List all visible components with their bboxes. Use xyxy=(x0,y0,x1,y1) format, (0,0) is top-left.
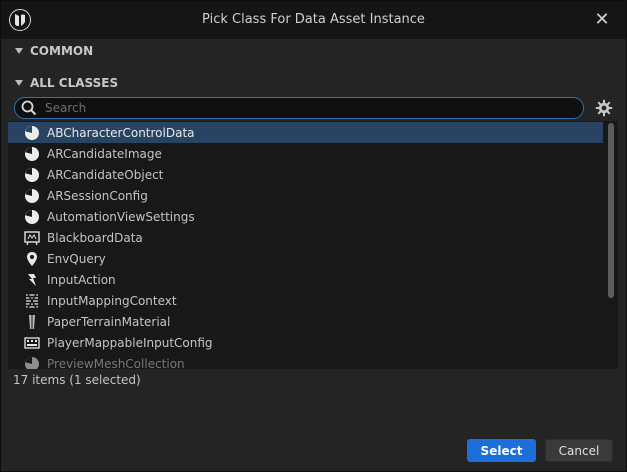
class-list[interactable]: ABCharacterControlData ARCandidateImage … xyxy=(8,121,618,369)
list-item-automationviewsettings[interactable]: AutomationViewSettings xyxy=(8,206,603,227)
close-button[interactable]: ✕ xyxy=(592,10,612,30)
item-label: ARSessionConfig xyxy=(47,188,148,203)
pie-icon xyxy=(24,125,40,141)
cancel-button[interactable]: Cancel xyxy=(545,439,613,462)
list-scrollbar[interactable] xyxy=(608,123,614,298)
list-item-arsessionconfig[interactable]: ARSessionConfig xyxy=(8,185,603,206)
mapping-context-icon xyxy=(24,293,40,309)
item-label: InputAction xyxy=(47,272,116,287)
all-classes-section-label: ALL CLASSES xyxy=(30,76,119,90)
dialog-window: Pick Class For Data Asset Instance ✕ COM… xyxy=(0,0,627,472)
pie-icon xyxy=(24,146,40,162)
search-box[interactable] xyxy=(14,97,584,119)
location-pin-icon xyxy=(24,251,40,267)
item-label: ARCandidateImage xyxy=(47,146,162,161)
item-label: PlayerMappableInputConfig xyxy=(47,335,213,350)
item-label: InputMappingContext xyxy=(47,293,177,308)
item-count-text: 17 items (1 selected) xyxy=(13,372,141,387)
list-item-inputmappingcontext[interactable]: InputMappingContext xyxy=(8,290,603,311)
common-section-header[interactable]: COMMON xyxy=(15,42,93,60)
input-action-icon xyxy=(24,272,40,288)
list-item-playermappableinputconfig[interactable]: PlayerMappableInputConfig xyxy=(8,332,603,353)
list-item-arcandidateobject[interactable]: ARCandidateObject xyxy=(8,164,603,185)
blackboard-icon xyxy=(24,230,40,246)
list-item-envquery[interactable]: EnvQuery xyxy=(8,248,603,269)
list-item-blackboarddata[interactable]: BlackboardData xyxy=(8,227,603,248)
pie-icon xyxy=(24,188,40,204)
item-label: ARCandidateObject xyxy=(47,167,164,182)
item-label: AutomationViewSettings xyxy=(47,209,195,224)
list-item-abcharactercontroldata[interactable]: ABCharacterControlData xyxy=(8,122,603,143)
item-label: BlackboardData xyxy=(47,230,143,245)
collapse-caret-icon xyxy=(15,48,23,54)
common-section-label: COMMON xyxy=(30,44,94,58)
search-input[interactable] xyxy=(43,100,567,116)
all-classes-section-header[interactable]: ALL CLASSES xyxy=(15,74,118,92)
pie-icon xyxy=(24,167,40,183)
settings-gear-icon[interactable] xyxy=(595,99,613,117)
collapse-caret-icon xyxy=(15,80,23,86)
status-bar: 17 items (1 selected) xyxy=(8,369,618,390)
search-icon xyxy=(21,100,37,116)
item-label: ABCharacterControlData xyxy=(47,125,195,140)
title-bar[interactable]: Pick Class For Data Asset Instance ✕ xyxy=(1,1,626,39)
list-item-arcandidateimage[interactable]: ARCandidateImage xyxy=(8,143,603,164)
list-item-inputaction[interactable]: InputAction xyxy=(8,269,603,290)
window-title: Pick Class For Data Asset Instance xyxy=(202,12,425,27)
item-label: PreviewMeshCollection xyxy=(47,356,185,370)
pie-icon xyxy=(24,209,40,225)
select-button[interactable]: Select xyxy=(467,439,536,462)
paper-terrain-icon xyxy=(24,314,40,330)
item-label: EnvQuery xyxy=(47,251,106,266)
list-item-paperterrainmaterial[interactable]: PaperTerrainMaterial xyxy=(8,311,603,332)
pie-icon xyxy=(24,356,40,369)
item-label: PaperTerrainMaterial xyxy=(47,314,171,329)
keyboard-icon xyxy=(24,335,40,351)
list-item-previewmeshcollection[interactable]: PreviewMeshCollection xyxy=(8,353,603,369)
